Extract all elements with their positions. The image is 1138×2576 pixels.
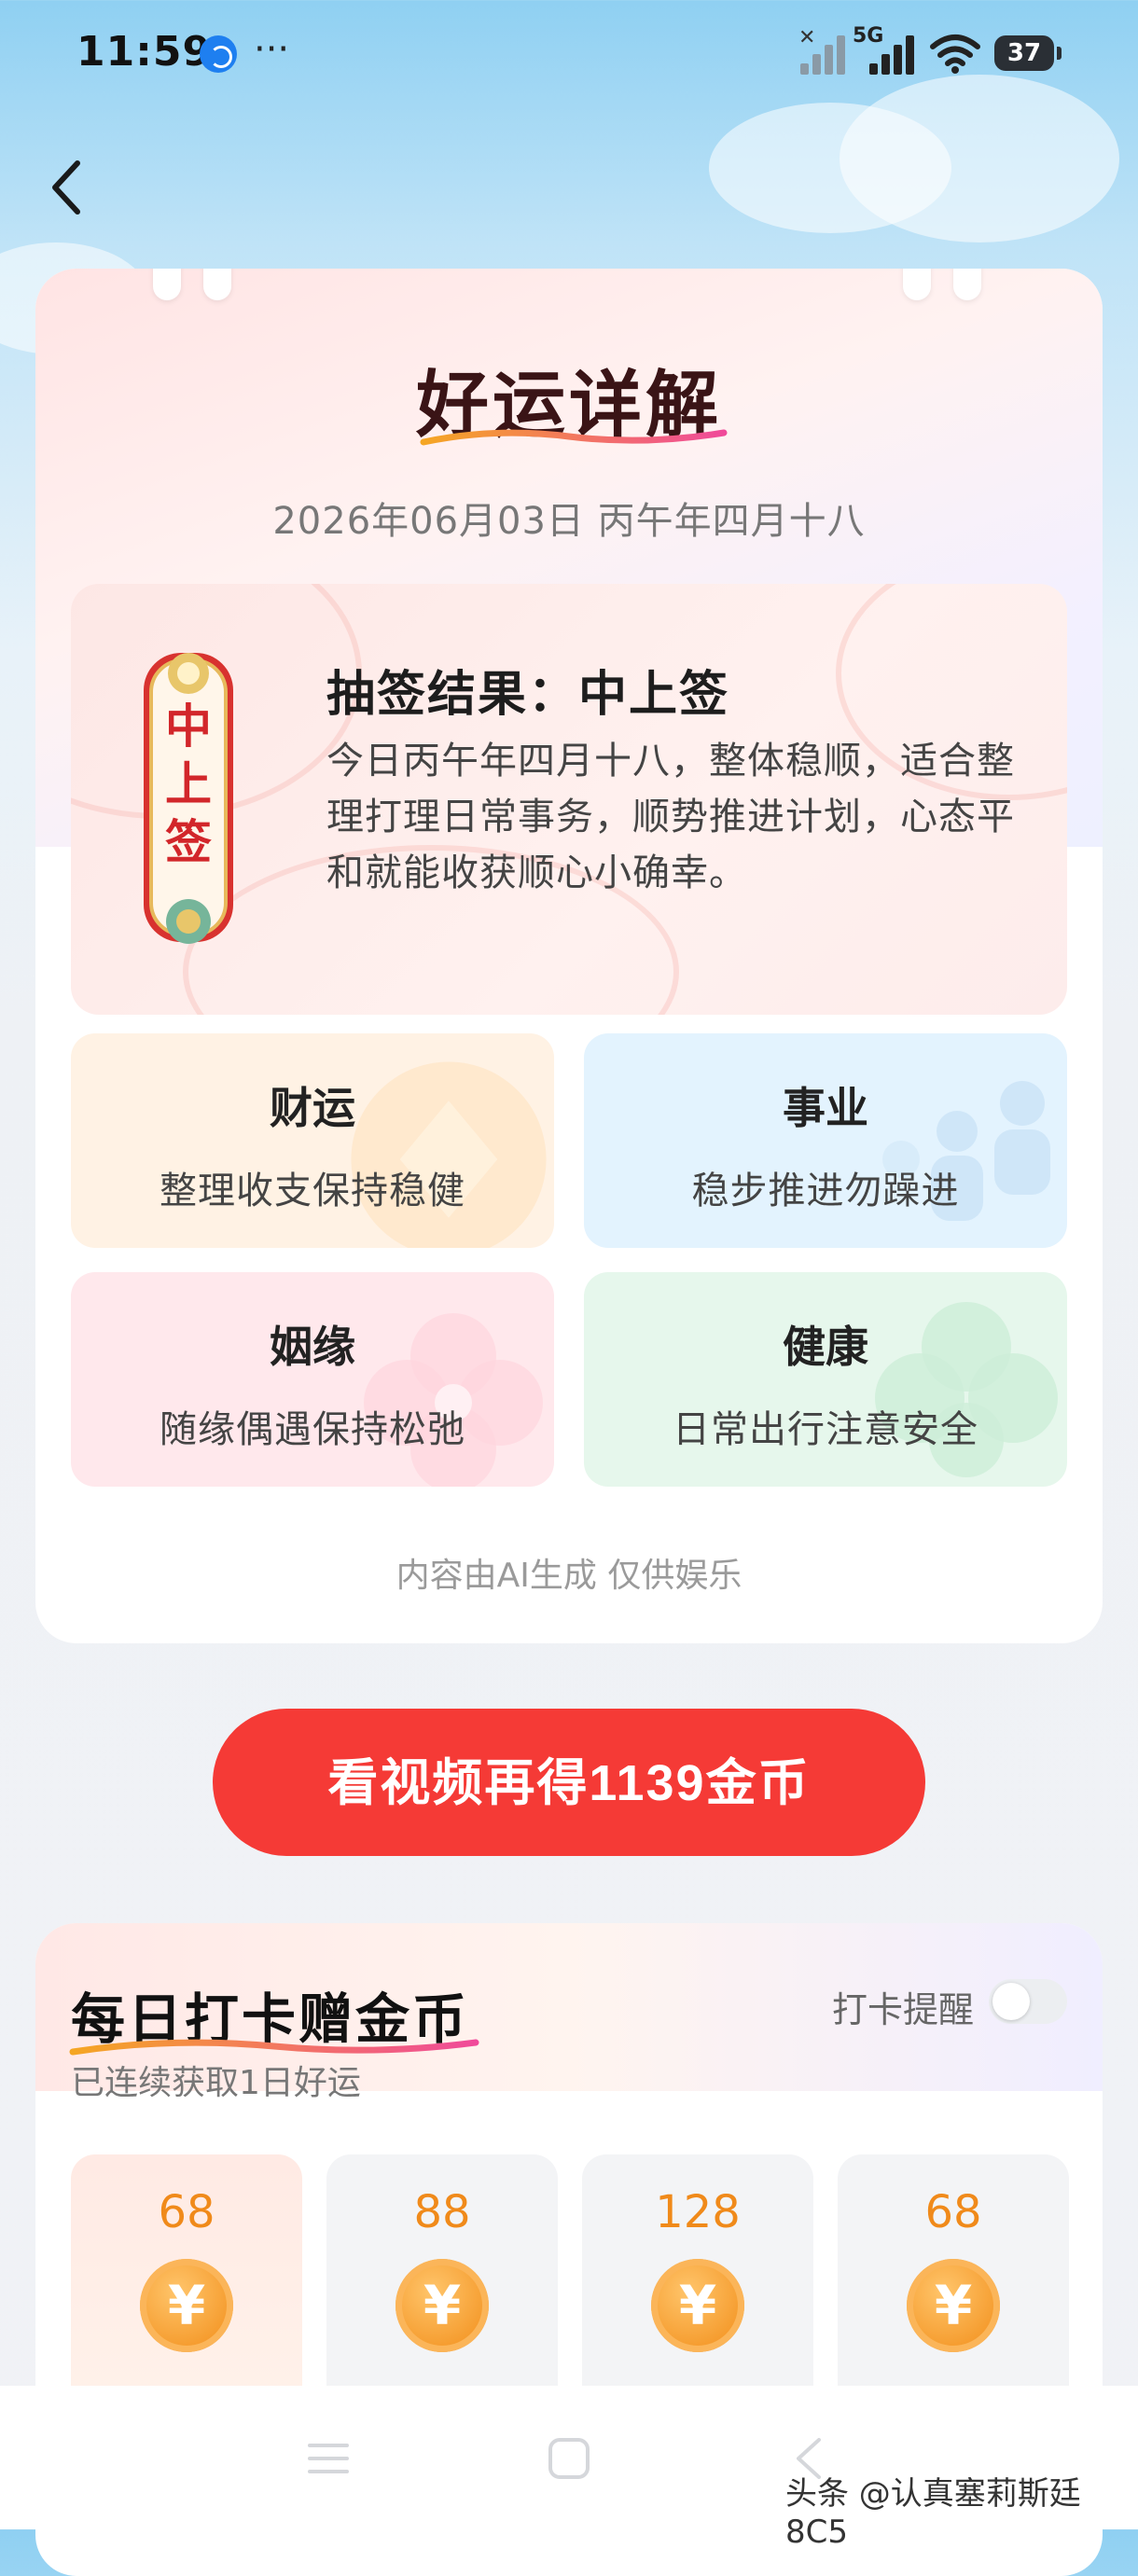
watch-video-reward-button[interactable]: 看视频再得1139金币 xyxy=(213,1709,925,1856)
binder-ring xyxy=(903,269,931,300)
checkin-day-card[interactable]: 88 ¥ xyxy=(326,2154,558,2416)
home-icon[interactable] xyxy=(543,2432,595,2485)
toggle-knob xyxy=(992,1983,1030,2020)
lot-description: 今日丙午年四月十八，整体稳顺，适合整理打理日常事务，顺势推进计划，心态平和就能收… xyxy=(326,740,1015,894)
fortune-tile-desc: 随缘偶遇保持松弛 xyxy=(160,1408,465,1451)
fortune-tile-career: 事业 稳步推进勿躁进 xyxy=(584,1033,1067,1248)
fortune-tile-title: 健康 xyxy=(783,1322,868,1372)
checkin-coin-amount: 88 xyxy=(413,2186,471,2238)
title-underline-swoosh xyxy=(420,429,728,446)
checkin-coin-amount: 68 xyxy=(158,2186,215,2238)
checkin-day-card[interactable]: 68 ¥ xyxy=(838,2154,1069,2416)
checkin-day-card[interactable]: 68 ¥ xyxy=(71,2154,302,2416)
lot-tag-text: 中上签 xyxy=(165,699,212,869)
battery-icon: 37 xyxy=(994,35,1062,71)
status-bar: 11:59 ··· ✕ 5G 37 xyxy=(0,0,1138,112)
fortune-tile-title: 姻缘 xyxy=(270,1322,355,1372)
fortune-card: 好运详解 2026年06月03日 丙午年四月十八 中上签 抽签结果：中上签 今日… xyxy=(35,269,1103,1643)
ai-disclaimer: 内容由AI生成 仅供娱乐 xyxy=(396,1557,742,1595)
binder-ring xyxy=(153,269,181,300)
fortune-tile-wealth: 财运 整理收支保持稳健 xyxy=(71,1033,554,1248)
signal-sim1-icon xyxy=(800,35,847,75)
fortune-tile-desc: 稳步推进勿躁进 xyxy=(691,1170,960,1212)
chevron-left-icon xyxy=(52,160,80,215)
checkin-day-card[interactable]: 128 ¥ xyxy=(582,2154,813,2416)
checkin-streak: 已连续获取1日好运 xyxy=(71,2064,361,2102)
date-line: 2026年06月03日 丙午年四月十八 xyxy=(272,500,866,543)
fortune-tile-title: 事业 xyxy=(783,1083,868,1133)
checkin-title-underline xyxy=(69,2039,479,2056)
more-notifications-icon: ··· xyxy=(254,28,290,71)
app-notification-icon xyxy=(200,35,237,73)
coin-icon: ¥ xyxy=(651,2259,744,2352)
signal-sim2-icon xyxy=(869,35,916,75)
status-time: 11:59 xyxy=(76,28,213,76)
fortune-tile-romance: 姻缘 随缘偶遇保持松弛 xyxy=(71,1272,554,1487)
menu-icon[interactable] xyxy=(302,2432,354,2485)
fortune-tile-title: 财运 xyxy=(270,1083,355,1133)
fortune-tile-desc: 日常出行注意安全 xyxy=(673,1408,978,1451)
wifi-icon xyxy=(930,35,980,74)
checkin-coin-amount: 68 xyxy=(924,2186,982,2238)
watermark-text: 头条 @认真塞莉斯廷8C5 xyxy=(785,2475,1081,2551)
lot-result-panel: 中上签 抽签结果：中上签 今日丙午年四月十八，整体稳顺，适合整理打理日常事务，顺… xyxy=(71,584,1067,1015)
fortune-tile-desc: 整理收支保持稳健 xyxy=(160,1170,465,1212)
binder-ring xyxy=(203,269,231,300)
fortune-tile-health: 健康 日常出行注意安全 xyxy=(584,1272,1067,1487)
coin-icon: ¥ xyxy=(396,2259,489,2352)
lot-result-title: 抽签结果：中上签 xyxy=(326,667,730,723)
coin-icon: ¥ xyxy=(907,2259,1000,2352)
binder-ring xyxy=(953,269,981,300)
reminder-label: 打卡提醒 xyxy=(832,1989,975,2030)
back-button[interactable] xyxy=(43,155,90,220)
reminder-toggle[interactable] xyxy=(989,1979,1067,2024)
checkin-coin-amount: 128 xyxy=(655,2186,741,2238)
coin-icon: ¥ xyxy=(140,2259,233,2352)
